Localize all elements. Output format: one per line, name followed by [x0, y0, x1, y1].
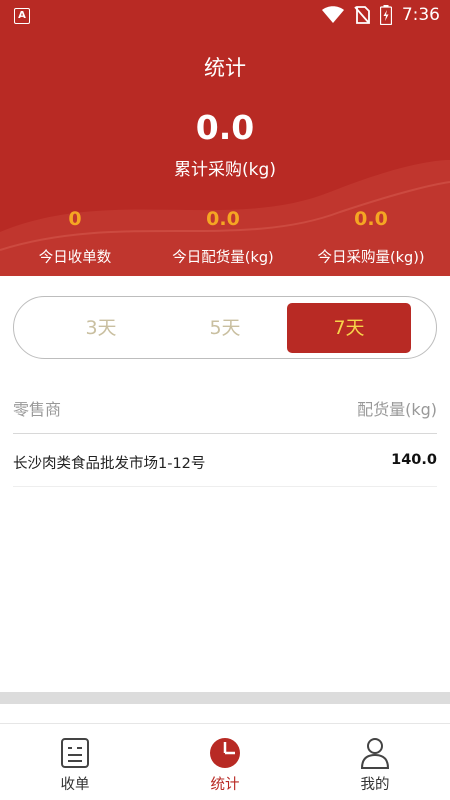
- column-header-retailer: 零售商: [13, 400, 62, 419]
- order-list-icon: [61, 738, 89, 768]
- a-notification-icon: A: [14, 8, 30, 24]
- pie-chart-icon: [210, 738, 240, 768]
- segment-3-days[interactable]: 3天: [39, 303, 163, 353]
- stat-value: 0: [68, 208, 82, 230]
- day-range-selector: 3天 5天 7天: [13, 296, 437, 359]
- header-divider: [13, 433, 437, 434]
- tab-profile[interactable]: 我的: [300, 736, 450, 794]
- battery-charging-icon: [379, 5, 392, 25]
- tab-label: 收单: [60, 777, 90, 793]
- stat-label: 今日配货量(kg): [172, 250, 274, 266]
- tab-label: 统计: [210, 777, 240, 793]
- tabbar-border: [0, 723, 450, 724]
- row-divider: [13, 486, 437, 487]
- stat-label: 今日收单数: [38, 250, 112, 266]
- stat-value: 0.0: [354, 208, 388, 230]
- tab-statistics[interactable]: 统计: [150, 736, 300, 794]
- stat-today-distribution: 0.0 今日配货量(kg): [148, 208, 298, 267]
- row-amount: 140.0: [391, 452, 437, 468]
- stat-value: 0.0: [206, 208, 240, 230]
- total-purchase-value: 0.0: [195, 108, 255, 147]
- stat-today-purchase: 0.0 今日采购量(kg)): [296, 208, 446, 267]
- status-time: 7:36: [401, 5, 440, 25]
- user-icon: [360, 738, 390, 769]
- status-bar: A 7:36: [0, 0, 450, 32]
- segment-5-days[interactable]: 5天: [163, 303, 287, 353]
- content-footer-band: [0, 692, 450, 704]
- page-title: 统计: [204, 56, 246, 80]
- segment-7-days[interactable]: 7天: [287, 303, 411, 353]
- column-header-amount: 配货量(kg): [357, 400, 437, 419]
- header-panel: A 7:36 统计 0.0 累计采购(kg) 0 今日收单数 0.0 今日配货量…: [0, 0, 450, 276]
- row-retailer: 长沙肉类食品批发市场1-12号: [13, 456, 206, 472]
- wifi-icon: [321, 6, 344, 23]
- tab-label: 我的: [360, 777, 390, 793]
- tab-orders[interactable]: 收单: [0, 736, 150, 794]
- stat-label: 今日采购量(kg)): [317, 250, 425, 266]
- no-sim-icon: [354, 6, 370, 24]
- stat-today-orders: 0 今日收单数: [0, 208, 150, 267]
- total-purchase-label: 累计采购(kg): [174, 160, 276, 180]
